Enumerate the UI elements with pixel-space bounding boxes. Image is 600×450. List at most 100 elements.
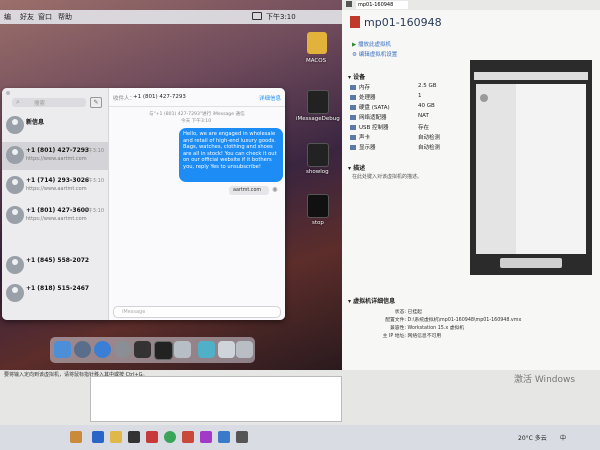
file-explorer-icon[interactable] <box>110 431 122 443</box>
language-indicator[interactable]: 中 <box>560 433 566 442</box>
detail-value: D:\系统虚拟机\mp01-160948\mp01-160948.vmx <box>407 318 522 323</box>
vm-details-header[interactable]: ▾ 虚拟机详细信息 <box>348 296 395 305</box>
avatar <box>6 206 24 224</box>
conversation-name: +1 (845) 558-2072 <box>26 257 90 264</box>
edit-settings-link[interactable]: ⚙ 编辑虚拟机设置 <box>352 50 397 58</box>
terminal-icon[interactable] <box>307 143 329 167</box>
conversation-name: +1 (801) 427-3600 <box>26 207 90 214</box>
link-preview-text: aartmt.com <box>233 188 262 193</box>
screenshot-icon[interactable] <box>198 341 215 358</box>
list-item[interactable]: +1 (714) 293-3026 https://www.aartmt.com… <box>2 172 108 200</box>
details-link[interactable]: 详细信息 <box>259 94 281 102</box>
device-name: 网络适配器 <box>359 115 387 121</box>
imessage-input[interactable]: iMessage <box>113 306 281 318</box>
vmware-icon[interactable] <box>218 431 230 443</box>
message-bubble: Hello, we are engaged in wholesale and r… <box>179 128 283 182</box>
conversation-preview: https://www.aartmt.com <box>26 186 87 192</box>
terminal-icon[interactable] <box>307 194 329 218</box>
to-value: +1 (801) 427-7293 <box>133 94 186 100</box>
detail-value: 网络信息不可用 <box>407 334 442 339</box>
list-item-selected[interactable]: +1 (801) 427-7293 https://www.aartmt.com… <box>2 142 108 170</box>
description-header[interactable]: ▾ 描述 <box>348 163 365 172</box>
settings-icon: ⚙ <box>352 52 359 58</box>
power-on-label: 播放此虚拟机 <box>357 42 391 48</box>
description-header-label: 描述 <box>353 165 366 172</box>
pen-icon[interactable] <box>134 341 151 358</box>
description-text[interactable]: 在此处键入对该虚拟机的描述。 <box>352 173 422 180</box>
home-icon[interactable] <box>346 1 352 7</box>
launchpad-icon[interactable] <box>74 341 91 358</box>
terminal-icon[interactable] <box>307 90 329 114</box>
menu-item-buddies[interactable]: 好友 <box>20 12 34 22</box>
terminal-icon[interactable] <box>128 431 140 443</box>
display-icon[interactable] <box>252 12 262 20</box>
list-item[interactable]: +1 (801) 427-3600 https://www.aartmt.com… <box>2 202 108 230</box>
safari-icon[interactable] <box>94 341 111 358</box>
weather-status[interactable]: 20°C 多云 <box>518 433 547 442</box>
preview-menubar <box>474 72 588 80</box>
input-placeholder: iMessage <box>122 309 146 315</box>
terminal-icon[interactable] <box>154 341 173 360</box>
app-icon[interactable] <box>236 431 248 443</box>
conversation-name: +1 (801) 427-7293 <box>26 147 90 154</box>
device-value: NAT <box>418 113 429 119</box>
preview-dock <box>500 258 562 268</box>
mac-dock <box>50 337 255 363</box>
chat-header: 收件人： +1 (801) 427-7293 详细信息 <box>109 88 285 107</box>
app-icon[interactable] <box>200 431 212 443</box>
avatar <box>6 176 24 194</box>
preview-window <box>476 84 586 254</box>
device-name: 显示器 <box>359 145 376 151</box>
mac-menubar: 编 好友 窗口 帮助 下午3:10 <box>0 10 342 24</box>
usb-icon <box>350 125 356 130</box>
tab-vm[interactable]: mp01-160948 <box>356 1 408 9</box>
detail-label: 主 IP 地址: <box>382 334 406 339</box>
windows-taskbar: 20°C 多云 中 <box>0 425 600 450</box>
edit-settings-label: 编辑虚拟机设置 <box>358 52 398 58</box>
search-placeholder: 搜索 <box>34 101 46 107</box>
memory-icon <box>350 85 356 90</box>
app-icon[interactable] <box>146 431 158 443</box>
device-value: 自动检测 <box>418 145 441 151</box>
conversation-preview: https://www.aartmt.com <box>26 156 87 162</box>
drive-icon[interactable] <box>307 32 327 54</box>
conversation-time: 下午3:10 <box>82 148 104 154</box>
desktop-icon-label: MACOS <box>306 58 327 64</box>
search-field[interactable]: ⌕ 搜索 <box>12 98 86 107</box>
devices-header[interactable]: ▾ 设备 <box>348 72 365 81</box>
vmware-panel: mp01-160948 mp01-160948 ▶ 播放此虚拟机 ⚙ 编辑虚拟机… <box>342 0 600 370</box>
device-value: 存在 <box>418 125 430 131</box>
menu-item-help[interactable]: 帮助 <box>58 12 72 22</box>
app-icon[interactable] <box>70 431 82 443</box>
desktop-icon-label: iMessageDebug <box>296 116 340 122</box>
vm-preview-thumbnail[interactable] <box>470 60 592 275</box>
window-close-button[interactable] <box>6 91 10 95</box>
menu-item-window[interactable]: 窗口 <box>38 12 52 22</box>
folder-icon[interactable] <box>218 341 235 358</box>
to-label: 收件人： <box>113 96 136 102</box>
host-window-bottom: 要将输入定向到该虚拟机，请将鼠标指针移入其中或按 Ctrl+G。 激活 Wind… <box>0 370 600 425</box>
detail-label: 配置文件: <box>385 318 406 323</box>
detail-label: 兼容性: <box>389 326 406 331</box>
menu-item-edit[interactable]: 编 <box>4 12 11 22</box>
preview-icon[interactable] <box>174 341 191 358</box>
display-icon <box>350 145 356 150</box>
preview-sidebar <box>476 84 516 254</box>
desktop-icon-label: stop <box>312 220 324 226</box>
settings-gear-icon[interactable] <box>114 341 131 358</box>
compose-icon[interactable]: ✎ <box>90 97 102 108</box>
detail-label: 状态: <box>394 310 406 315</box>
list-item[interactable]: +1 (818) 515-2467 <box>2 280 108 308</box>
app-icon[interactable] <box>182 431 194 443</box>
trash-icon[interactable] <box>236 341 253 358</box>
conversation-preview: https://www.aartmt.com <box>26 216 87 222</box>
list-item[interactable]: +1 (845) 558-2072 <box>2 252 108 280</box>
link-preview[interactable]: aartmt.com <box>229 186 269 195</box>
chat-pane: 收件人： +1 (801) 427-7293 详细信息 与"+1 (801) 4… <box>109 88 285 320</box>
power-on-link[interactable]: ▶ 播放此虚拟机 <box>352 40 391 48</box>
chrome-icon[interactable] <box>164 431 176 443</box>
macos-vm-screen[interactable]: 编 好友 窗口 帮助 下午3:10 MACOS iMessageDebug sh… <box>0 0 342 370</box>
finder-icon[interactable] <box>54 341 71 358</box>
edge-icon[interactable] <box>92 431 104 443</box>
list-item[interactable]: 新信息 <box>2 112 108 140</box>
